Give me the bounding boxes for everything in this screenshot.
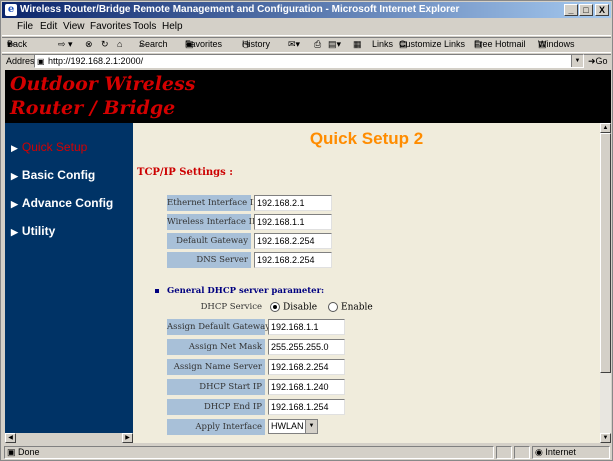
assign-name-server-label: Assign Name Server xyxy=(167,359,265,375)
apply-interface-label: Apply Interface xyxy=(167,419,265,435)
forward-button[interactable]: ⇨ ▾ xyxy=(58,36,73,52)
scroll-thumb[interactable] xyxy=(600,133,611,373)
refresh-icon[interactable]: ↻ xyxy=(101,36,109,52)
stop-icon[interactable]: ⊗ xyxy=(85,36,93,52)
nav-utility[interactable]: ▶ Utility xyxy=(11,224,55,238)
nav-advance-config[interactable]: ▶ Advance Config xyxy=(11,196,113,210)
menu-favorites[interactable]: Favorites xyxy=(90,19,131,35)
globe-icon: ◉ xyxy=(535,447,546,457)
bullet-icon xyxy=(155,288,159,293)
ie-icon: e xyxy=(5,4,17,16)
dhcp-start-ip-input[interactable] xyxy=(268,379,345,395)
menu-bar: File Edit View Favorites Tools Help xyxy=(2,19,611,35)
menu-edit[interactable]: Edit xyxy=(40,19,57,35)
scroll-right-icon[interactable]: ▶ xyxy=(122,433,133,443)
status-text-pane: ▣ Done xyxy=(4,446,494,459)
minimize-button[interactable]: _ xyxy=(564,4,578,16)
status-pane-empty xyxy=(514,446,530,459)
triangle-right-icon: ▶ xyxy=(11,143,18,153)
dhcp-service-label: DHCP Service xyxy=(200,302,262,312)
edit-page-icon[interactable]: ▤▾ xyxy=(328,36,341,52)
assign-netmask-input[interactable] xyxy=(268,339,345,355)
scroll-up-icon[interactable]: ▲ xyxy=(600,123,611,133)
assign-gateway-input[interactable] xyxy=(268,319,345,335)
default-gateway-input[interactable] xyxy=(254,233,332,249)
menu-file[interactable]: File xyxy=(17,19,33,35)
radio-unselected-icon xyxy=(328,302,338,312)
default-gateway-label: Default Gateway xyxy=(167,233,251,249)
address-bar: Address ▣ http://192.168.2.1:2000/ ▼ ➜Go xyxy=(2,54,611,68)
status-pane-empty xyxy=(496,446,512,459)
mail-button[interactable]: ✉▾ xyxy=(288,36,300,52)
go-arrow-icon: ➜ xyxy=(588,56,596,66)
page-icon: ▣ xyxy=(37,57,45,66)
assign-gateway-label: Assign Default Gateway xyxy=(167,319,270,335)
apply-interface-value: HWLAN xyxy=(271,421,304,431)
zone-pane: ◉ Internet xyxy=(532,446,610,459)
nav-basic-config[interactable]: ▶ Basic Config xyxy=(11,168,95,182)
print-icon[interactable]: ⎙ xyxy=(314,36,321,52)
triangle-right-icon: ▶ xyxy=(11,227,18,237)
nav-quick-setup[interactable]: ▶ Quick Setup xyxy=(11,140,87,154)
sidebar-hscrollbar[interactable]: ◀ ▶ xyxy=(5,433,133,443)
assign-netmask-label: Assign Net Mask xyxy=(167,339,265,355)
dhcp-disable-radio[interactable]: Disable xyxy=(270,302,317,313)
ethernet-ip-label: Ethernet Interface IP xyxy=(167,195,259,211)
title-bar: e Wireless Router/Bridge Remote Manageme… xyxy=(2,2,611,18)
browser-window: e Wireless Router/Bridge Remote Manageme… xyxy=(0,0,613,461)
dhcp-enable-radio[interactable]: Enable xyxy=(328,302,373,313)
window-title: Wireless Router/Bridge Remote Management… xyxy=(20,4,460,15)
home-icon[interactable]: ⌂ xyxy=(117,36,122,52)
ethernet-ip-input[interactable] xyxy=(254,195,332,211)
dhcp-heading: General DHCP server parameter: xyxy=(155,286,324,296)
page-title: Quick Setup 2 xyxy=(309,129,424,148)
menu-help[interactable]: Help xyxy=(162,19,183,35)
back-button[interactable]: ⇦ Back ▾ xyxy=(7,36,27,52)
discuss-icon[interactable]: ▦ xyxy=(353,36,362,52)
tcpip-heading: TCP/IP Settings : xyxy=(137,167,233,178)
chevron-down-icon: ▼ xyxy=(305,420,317,433)
address-input[interactable]: ▣ http://192.168.2.1:2000/ ▼ xyxy=(34,54,584,68)
product-logo: Outdoor Wireless Router / Bridge xyxy=(10,73,196,119)
links-label: Links xyxy=(372,39,394,49)
wireless-ip-label: Wireless Interface IP xyxy=(167,214,258,230)
main-panel: Quick Setup 2 TCP/IP Settings : Ethernet… xyxy=(133,123,600,443)
dhcp-end-ip-label: DHCP End IP xyxy=(167,399,265,415)
address-url: http://192.168.2.1:2000/ xyxy=(48,56,144,66)
main-vscrollbar[interactable]: ▲ ▼ xyxy=(600,123,611,443)
sidebar-nav: ▶ Quick Setup ▶ Basic Config ▶ Advance Conf… xyxy=(5,123,133,433)
go-button[interactable]: ➜Go xyxy=(588,54,608,68)
scroll-down-icon[interactable]: ▼ xyxy=(600,433,611,443)
toolbar: ⇦ Back ▾ ⇨ ▾ ⊗ ↻ ⌂ ⌕ Search ▣ Favorites ◷ H… xyxy=(2,36,611,52)
maximize-button[interactable]: □ xyxy=(579,4,593,16)
apply-interface-select[interactable]: HWLAN ▼ xyxy=(268,419,318,434)
page-content: Outdoor Wireless Router / Bridge ▶ Quick … xyxy=(5,70,611,443)
scroll-left-icon[interactable]: ◀ xyxy=(5,433,16,443)
address-dropdown-icon[interactable]: ▼ xyxy=(571,55,583,67)
menu-view[interactable]: View xyxy=(63,19,85,35)
close-button[interactable]: X xyxy=(595,4,609,16)
menu-tools[interactable]: Tools xyxy=(133,19,156,35)
dns-server-label: DNS Server xyxy=(167,252,251,268)
status-bar: ▣ Done ◉ Internet xyxy=(2,445,611,460)
triangle-right-icon: ▶ xyxy=(11,171,18,181)
dhcp-end-ip-input[interactable] xyxy=(268,399,345,415)
dns-server-input[interactable] xyxy=(254,252,332,268)
dhcp-start-ip-label: DHCP Start IP xyxy=(167,379,265,395)
assign-name-server-input[interactable] xyxy=(268,359,345,375)
radio-selected-icon xyxy=(270,302,280,312)
page-done-icon: ▣ xyxy=(7,447,19,457)
triangle-right-icon: ▶ xyxy=(11,199,18,209)
page-header: Outdoor Wireless Router / Bridge xyxy=(5,70,611,123)
wireless-ip-input[interactable] xyxy=(254,214,332,230)
